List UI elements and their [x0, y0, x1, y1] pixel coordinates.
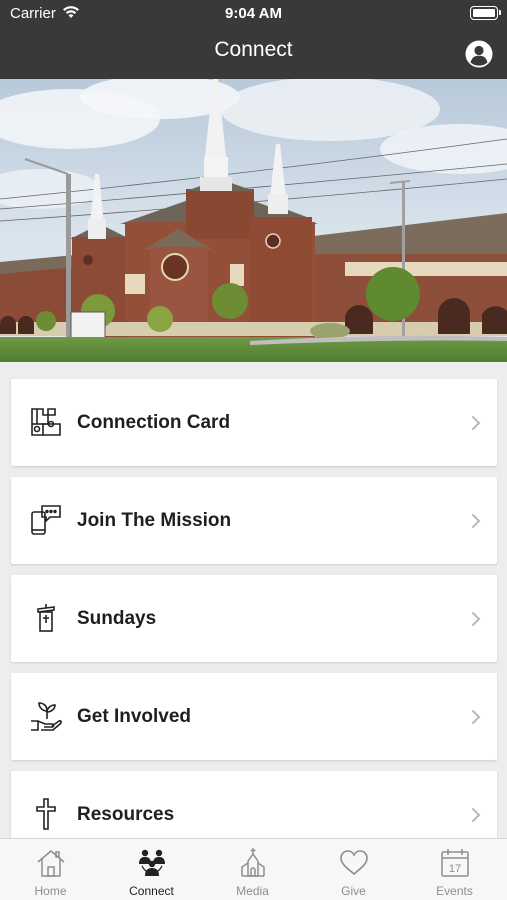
tab-connect[interactable]: Connect	[101, 839, 202, 900]
tab-bar: Home Connect Media Give 17 Events	[0, 838, 507, 900]
tab-media[interactable]: Media	[202, 839, 303, 900]
hand-plant-icon	[31, 702, 62, 731]
heart-icon	[340, 850, 368, 876]
menu-item-label: Resources	[77, 804, 175, 825]
menu-list: Connection Card Join The Mission Sundays	[0, 362, 507, 838]
calendar-icon: 17	[441, 849, 469, 877]
menu-item-connection-card[interactable]: Connection Card	[11, 379, 497, 466]
battery-icon	[470, 6, 501, 20]
chevron-right-icon	[472, 416, 481, 430]
people-icon	[139, 849, 165, 876]
tab-label: Connect	[129, 884, 174, 898]
hero-church-image	[0, 79, 507, 362]
chevron-right-icon	[472, 514, 481, 528]
menu-item-get-involved[interactable]: Get Involved	[11, 673, 497, 760]
chevron-right-icon	[472, 710, 481, 724]
tab-label: Home	[34, 884, 67, 898]
menu-item-join-the-mission[interactable]: Join The Mission	[11, 477, 497, 564]
menu-item-label: Connection Card	[77, 412, 231, 433]
menu-item-label: Sundays	[77, 608, 157, 629]
chevron-right-icon	[472, 612, 481, 626]
calendar-day-number: 17	[449, 863, 461, 875]
puzzle-icon	[31, 408, 61, 436]
top-header: Carrier 9:04 AM Connect	[0, 0, 507, 79]
chevron-right-icon	[472, 808, 481, 822]
page-title: Connect	[214, 38, 293, 61]
status-bar: Carrier 9:04 AM	[0, 0, 507, 28]
church-icon	[241, 848, 265, 877]
tab-events[interactable]: 17 Events	[404, 839, 505, 900]
menu-item-sundays[interactable]: Sundays	[11, 575, 497, 662]
tab-label: Media	[236, 884, 269, 898]
tab-home[interactable]: Home	[0, 839, 101, 900]
status-time: 9:04 AM	[225, 5, 282, 22]
menu-item-label: Get Involved	[77, 706, 192, 727]
menu-item-resources[interactable]: Resources	[11, 771, 497, 838]
tab-label: Events	[436, 884, 473, 898]
menu-item-label: Join The Mission	[77, 510, 232, 531]
tab-label: Give	[341, 884, 366, 898]
cross-icon	[36, 798, 56, 830]
pulpit-icon	[37, 604, 55, 632]
profile-icon[interactable]	[465, 40, 493, 68]
home-icon	[37, 850, 65, 877]
phone-chat-icon	[31, 505, 61, 535]
tab-give[interactable]: Give	[303, 839, 404, 900]
